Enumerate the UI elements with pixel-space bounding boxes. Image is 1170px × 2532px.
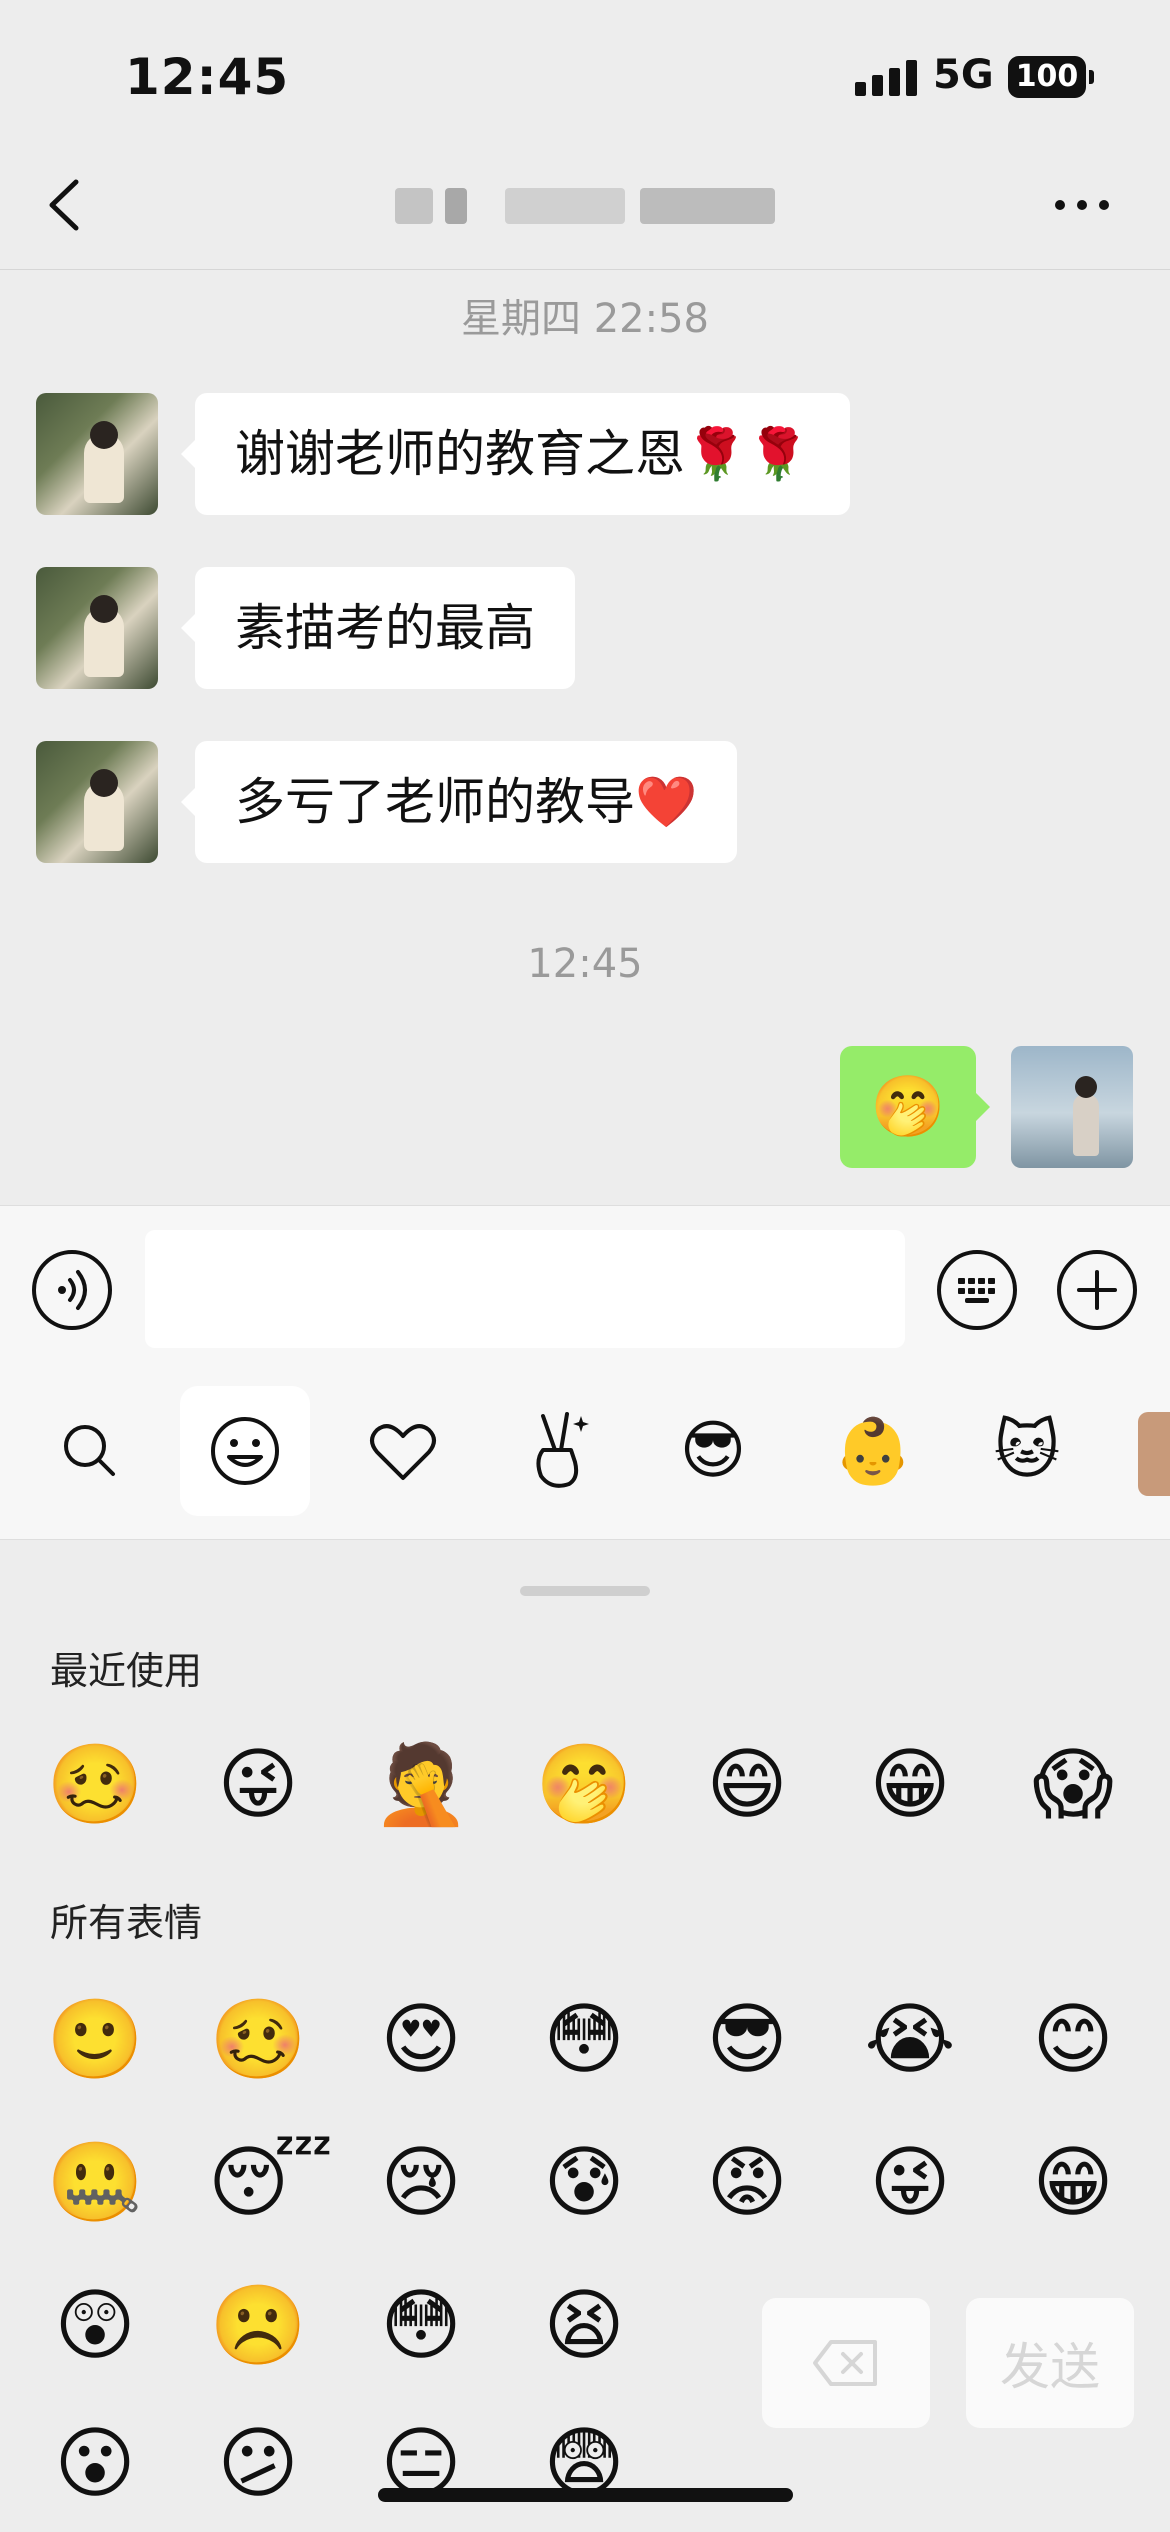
keyboard-toggle-button[interactable]: [937, 1250, 1017, 1330]
keyboard-icon: [958, 1278, 995, 1303]
backspace-button[interactable]: [762, 2298, 930, 2428]
tab-emoji-favorites[interactable]: [338, 1386, 468, 1516]
emoji-button[interactable]: 😕: [208, 2414, 308, 2514]
emoji-button[interactable]: 😁: [860, 1735, 960, 1835]
emoji-button[interactable]: 😜: [208, 1735, 308, 1835]
my-avatar[interactable]: [1011, 1046, 1133, 1168]
search-icon: [64, 1425, 115, 1476]
incoming-message-bubble[interactable]: 素描考的最高: [181, 567, 575, 689]
tab-emoji-default[interactable]: [180, 1386, 310, 1516]
emoji-category-tabs: 😎 👶 🐱: [0, 1370, 1170, 1540]
emoji-button[interactable]: 😰: [534, 2133, 634, 2233]
voice-icon: [58, 1270, 87, 1310]
input-bar: [0, 1205, 1170, 1370]
contact-avatar[interactable]: [36, 393, 158, 515]
backspace-icon: [813, 2340, 877, 2386]
home-indicator[interactable]: [378, 2488, 793, 2502]
tab-emoji-gestures[interactable]: [495, 1386, 625, 1516]
chat-header: [0, 140, 1170, 270]
message-timestamp: 星期四 22:58: [461, 296, 709, 342]
smiley-icon: [211, 1417, 279, 1485]
tab-emoji-search[interactable]: [25, 1386, 155, 1516]
battery-icon: 100: [1008, 56, 1086, 98]
emoji-button[interactable]: 😄: [697, 1735, 797, 1835]
tab-sticker-baby[interactable]: 👶: [808, 1386, 938, 1516]
emoji-button[interactable]: 😡: [697, 2133, 797, 2233]
emoji-button[interactable]: 😢: [371, 2133, 471, 2233]
more-options-button[interactable]: [1055, 190, 1115, 220]
emoji-button[interactable]: 😜: [860, 2133, 960, 2233]
contact-avatar[interactable]: [36, 741, 158, 863]
signal-icon: [855, 60, 917, 96]
status-time: 12:45: [125, 48, 290, 106]
message-timestamp: 12:45: [527, 941, 643, 987]
chevron-left-icon: [49, 179, 79, 231]
voice-input-button[interactable]: [32, 1250, 112, 1330]
recent-section-title: 最近使用: [50, 1649, 203, 1693]
status-bar: 12:45 5G 100: [0, 0, 1170, 140]
emoji-button[interactable]: 🙂: [45, 1990, 145, 2090]
emoji-button[interactable]: 😫: [534, 2276, 634, 2376]
panel-drag-handle[interactable]: [520, 1586, 650, 1596]
emoji-button[interactable]: 😊: [1023, 1990, 1123, 2090]
send-button[interactable]: 发送: [966, 2298, 1134, 2428]
victory-hand-icon: [536, 1412, 589, 1488]
emoji-button[interactable]: 🤭: [534, 1735, 634, 1835]
battery-tip: [1089, 70, 1094, 84]
outgoing-message-bubble[interactable]: 🤭: [840, 1046, 990, 1168]
tab-sticker-partial[interactable]: [1138, 1412, 1170, 1496]
emoji-button[interactable]: 🤦: [371, 1735, 471, 1835]
tab-sticker-cat[interactable]: 🐱: [962, 1386, 1092, 1516]
incoming-message-bubble[interactable]: 谢谢老师的教育之恩🌹🌹: [181, 393, 850, 515]
plus-icon: [1077, 1270, 1117, 1310]
emoji-button[interactable]: 😴: [208, 2133, 333, 2233]
emoji-button[interactable]: 😳: [534, 1990, 634, 2090]
more-functions-button[interactable]: [1057, 1250, 1137, 1330]
emoji-button[interactable]: 😭: [860, 1990, 960, 2090]
emoji-button[interactable]: 😁: [1023, 2133, 1123, 2233]
emoji-button[interactable]: 😮: [45, 2414, 145, 2514]
emoji-button[interactable]: 🤐: [45, 2133, 145, 2233]
emoji-button[interactable]: 😲: [45, 2276, 145, 2376]
emoji-button[interactable]: 😱: [1023, 1735, 1123, 1835]
send-button-label: 发送: [1000, 2338, 1100, 2396]
message-input[interactable]: [145, 1230, 905, 1348]
network-label: 5G: [933, 52, 994, 98]
contact-avatar[interactable]: [36, 567, 158, 689]
emoji-button[interactable]: 🥴: [45, 1735, 145, 1835]
heart-icon: [370, 1424, 436, 1480]
emoji-button[interactable]: ☹️: [208, 2276, 308, 2376]
tab-sticker-sunglasses[interactable]: 😎: [648, 1386, 778, 1516]
all-emoji-section-title: 所有表情: [50, 1901, 203, 1945]
incoming-message-bubble[interactable]: 多亏了老师的教导❤️: [180, 741, 738, 863]
emoji-button[interactable]: 😍: [371, 1990, 471, 2090]
emoji-button[interactable]: 😎: [697, 1990, 797, 2090]
emoji-button[interactable]: 🥴: [208, 1990, 308, 2090]
chat-title-redacted: [395, 178, 775, 234]
back-button[interactable]: [38, 172, 98, 238]
emoji-button[interactable]: 😳: [371, 2276, 471, 2376]
